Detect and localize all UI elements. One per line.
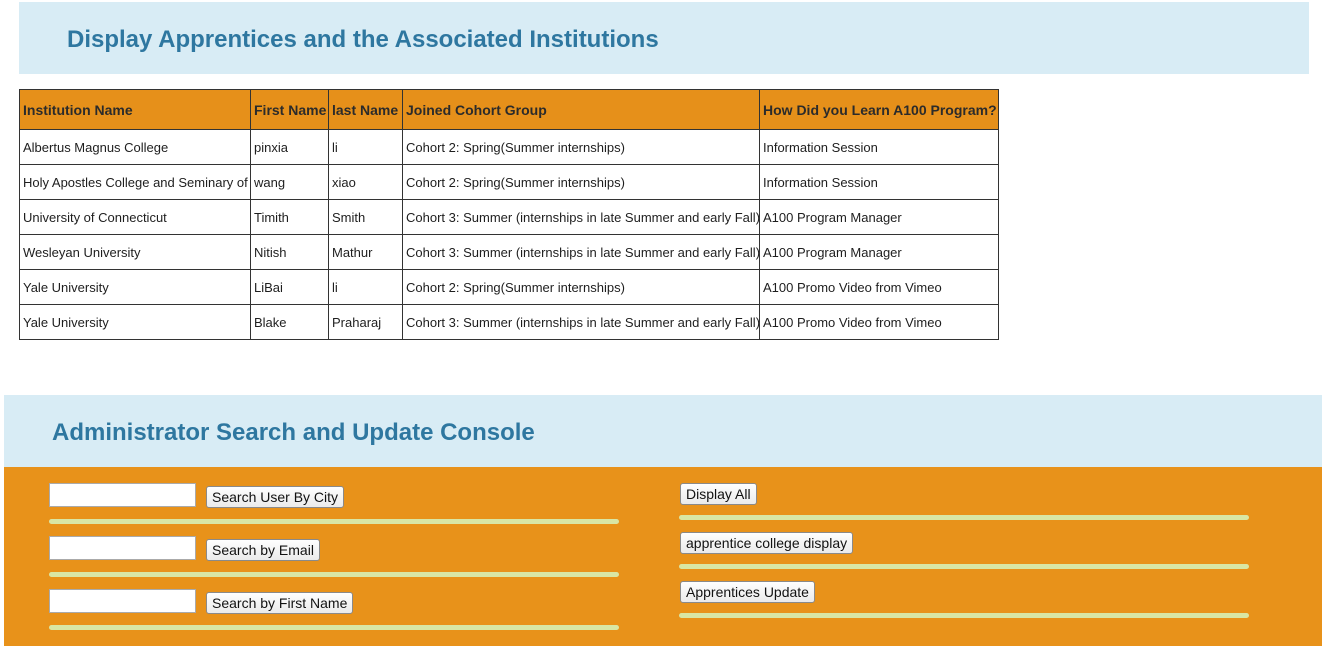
- cell-learn-source: A100 Promo Video from Vimeo: [759, 269, 999, 305]
- cell-cohort-group: Cohort 3: Summer (internships in late Su…: [402, 304, 760, 340]
- cell-institution-name: Holy Apostles College and Seminary of: [19, 164, 251, 200]
- divider: [679, 515, 1249, 520]
- cell-first-name: Blake: [250, 304, 329, 340]
- table-row: Holy Apostles College and Seminary of wa…: [19, 164, 999, 200]
- cell-cohort-group: Cohort 2: Spring(Summer internships): [402, 164, 760, 200]
- cell-cohort-group: Cohort 2: Spring(Summer internships): [402, 129, 760, 165]
- cell-learn-source: A100 Promo Video from Vimeo: [759, 304, 999, 340]
- cell-last-name: xiao: [328, 164, 403, 200]
- cell-institution-name: Albertus Magnus College: [19, 129, 251, 165]
- column-header-first-name: First Name: [250, 89, 329, 130]
- cell-learn-source: A100 Program Manager: [759, 234, 999, 270]
- cell-learn-source: Information Session: [759, 129, 999, 165]
- table-row: Yale University LiBai li Cohort 2: Sprin…: [19, 269, 999, 305]
- divider: [49, 519, 619, 524]
- cell-first-name: Timith: [250, 199, 329, 235]
- cell-last-name: Praharaj: [328, 304, 403, 340]
- divider: [49, 572, 619, 577]
- table-row: Yale University Blake Praharaj Cohort 3:…: [19, 304, 999, 340]
- divider: [49, 625, 619, 630]
- table-row: University of Connecticut Timith Smith C…: [19, 199, 999, 235]
- apprentices-update-button[interactable]: Apprentices Update: [680, 581, 815, 603]
- table-header-row: Institution Name First Name last Name Jo…: [19, 89, 999, 130]
- table-row: Wesleyan University Nitish Mathur Cohort…: [19, 234, 999, 270]
- cell-learn-source: A100 Program Manager: [759, 199, 999, 235]
- search-city-button[interactable]: Search User By City: [206, 486, 345, 508]
- admin-console-panel: Search User By City Search by Email Sear…: [4, 467, 1322, 646]
- search-email-input[interactable]: [49, 536, 196, 560]
- cell-cohort-group: Cohort 3: Summer (internships in late Su…: [402, 234, 760, 270]
- cell-institution-name: Wesleyan University: [19, 234, 251, 270]
- column-header-institution-name: Institution Name: [19, 89, 251, 130]
- apprentices-table: Institution Name First Name last Name Jo…: [19, 89, 999, 340]
- cell-first-name: LiBai: [250, 269, 329, 305]
- cell-institution-name: University of Connecticut: [19, 199, 251, 235]
- admin-section-header: Administrator Search and Update Console: [4, 395, 1322, 467]
- column-header-learn-source: How Did you Learn A100 Program?: [759, 89, 999, 130]
- table-row: Albertus Magnus College pinxia li Cohort…: [19, 129, 999, 165]
- cell-cohort-group: Cohort 2: Spring(Summer internships): [402, 269, 760, 305]
- cell-first-name: Nitish: [250, 234, 329, 270]
- display-all-button[interactable]: Display All: [680, 483, 757, 505]
- cell-first-name: wang: [250, 164, 329, 200]
- admin-section-title: Administrator Search and Update Console: [52, 419, 535, 446]
- search-city-input[interactable]: [49, 483, 196, 507]
- display-section-header: Display Apprentices and the Associated I…: [19, 2, 1309, 74]
- divider: [679, 613, 1249, 618]
- divider: [679, 564, 1249, 569]
- cell-learn-source: Information Session: [759, 164, 999, 200]
- search-email-button[interactable]: Search by Email: [206, 539, 320, 561]
- apprentice-college-display-button[interactable]: apprentice college display: [680, 532, 854, 554]
- cell-last-name: li: [328, 129, 403, 165]
- cell-last-name: li: [328, 269, 403, 305]
- cell-last-name: Smith: [328, 199, 403, 235]
- search-first-name-button[interactable]: Search by First Name: [206, 592, 354, 614]
- cell-institution-name: Yale University: [19, 304, 251, 340]
- column-header-last-name: last Name: [328, 89, 403, 130]
- search-first-name-input[interactable]: [49, 589, 196, 613]
- column-header-cohort-group: Joined Cohort Group: [402, 89, 760, 130]
- cell-first-name: pinxia: [250, 129, 329, 165]
- cell-cohort-group: Cohort 3: Summer (internships in late Su…: [402, 199, 760, 235]
- display-section-title: Display Apprentices and the Associated I…: [67, 26, 659, 53]
- cell-last-name: Mathur: [328, 234, 403, 270]
- cell-institution-name: Yale University: [19, 269, 251, 305]
